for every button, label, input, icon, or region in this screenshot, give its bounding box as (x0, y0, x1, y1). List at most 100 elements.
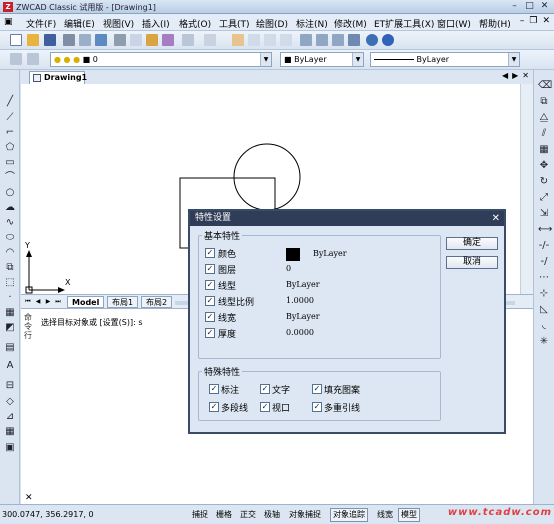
maximize-icon[interactable]: □ (524, 1, 535, 12)
color-checkbox[interactable]: ✓ (205, 248, 215, 258)
polyline-icon[interactable]: ⌐ (4, 127, 16, 139)
lineweight-checkbox[interactable]: ✓ (205, 312, 215, 322)
new-file-icon[interactable] (10, 34, 22, 46)
open-folder-icon[interactable] (27, 34, 39, 46)
menu-insert[interactable]: 插入(I) (142, 17, 170, 30)
dimension-checkbox[interactable]: ✓ (209, 384, 219, 394)
properties-icon[interactable] (300, 34, 312, 46)
linetype-combo[interactable]: ByLayer ▼ (370, 52, 520, 67)
publish-icon[interactable] (95, 34, 107, 46)
spline-icon[interactable]: ∿ (4, 217, 16, 229)
copy-object-icon[interactable]: ⧉ (538, 96, 550, 108)
tab-drawing1[interactable]: Drawing1 (29, 71, 87, 84)
zoom-previous-icon[interactable] (280, 34, 292, 46)
match-properties-icon[interactable] (162, 34, 174, 46)
close-icon[interactable]: ✕ (539, 1, 550, 12)
menu-help[interactable]: 帮助(H) (479, 17, 511, 30)
region-icon[interactable]: ◩ (4, 322, 16, 334)
array-icon[interactable]: ▦ (538, 144, 550, 156)
search-icon[interactable] (366, 34, 378, 46)
model-toggle[interactable]: 模型 (398, 508, 420, 522)
point-icon[interactable]: · (4, 292, 16, 304)
copy-icon[interactable] (130, 34, 142, 46)
first-tab-icon[interactable]: ⏮ (24, 297, 32, 307)
layer-manager-icon[interactable] (10, 53, 22, 65)
stretch-icon[interactable]: ⇲ (538, 208, 550, 220)
undo-icon[interactable] (182, 34, 194, 46)
cancel-button[interactable]: 取消 (446, 256, 498, 269)
menu-et-tools[interactable]: ET扩展工具(X) (374, 17, 434, 30)
linetype-checkbox[interactable]: ✓ (205, 280, 215, 290)
vertical-scrollbar[interactable] (520, 84, 533, 294)
print-icon[interactable] (63, 34, 75, 46)
construction-line-icon[interactable]: ⟋ (4, 112, 16, 124)
chevron-down-icon[interactable]: ▼ (260, 53, 271, 66)
redo-icon[interactable] (204, 34, 216, 46)
menu-view[interactable]: 视图(V) (103, 17, 134, 30)
offset-icon[interactable]: ⫽ (538, 128, 550, 140)
arc-icon[interactable]: ⌒ (4, 172, 16, 184)
break-icon[interactable]: ⋯ (538, 272, 550, 284)
otrack-toggle[interactable]: 对象追踪 (330, 508, 368, 522)
boundary-icon[interactable]: ⊿ (4, 411, 16, 423)
design-center-icon[interactable] (316, 34, 328, 46)
polygon-icon[interactable]: ⬠ (4, 142, 16, 154)
layer-combo[interactable]: ● ● ● ■ 0 ▼ (50, 52, 272, 67)
menu-window[interactable]: 窗口(W) (437, 17, 471, 30)
join-icon[interactable]: ⊹ (538, 288, 550, 300)
tool-palette-icon[interactable] (332, 34, 344, 46)
erase-icon[interactable]: ⌫ (538, 80, 552, 92)
move-icon[interactable]: ✥ (538, 160, 550, 172)
ellipse-arc-icon[interactable]: ◠ (4, 247, 16, 259)
tab-close-icon[interactable]: ✕ (522, 71, 529, 80)
menu-draw[interactable]: 绘图(D) (256, 17, 288, 30)
attribute-icon[interactable]: ▣ (4, 442, 16, 454)
ortho-toggle[interactable]: 正交 (237, 508, 259, 522)
scale-icon[interactable]: ⤢ (538, 192, 550, 204)
chevron-down-icon[interactable]: ▼ (352, 53, 363, 66)
viewport-checkbox[interactable]: ✓ (260, 402, 270, 412)
explode-icon[interactable]: ✳ (538, 336, 550, 348)
text-checkbox[interactable]: ✓ (260, 384, 270, 394)
menu-edit[interactable]: 编辑(E) (64, 17, 95, 30)
menu-format[interactable]: 格式(O) (179, 17, 211, 30)
polyline-checkbox[interactable]: ✓ (209, 402, 219, 412)
tab-next-icon[interactable]: ▶ (512, 71, 518, 80)
menu-file[interactable]: 文件(F) (26, 17, 56, 30)
tab-layout1[interactable]: 布局1 (107, 296, 139, 308)
thickness-checkbox[interactable]: ✓ (205, 328, 215, 338)
chevron-down-icon[interactable]: ▼ (508, 53, 519, 66)
zoom-realtime-icon[interactable] (248, 34, 260, 46)
make-block-icon[interactable]: ⬚ (4, 277, 16, 289)
fillet-icon[interactable]: ◟ (538, 320, 550, 332)
mdi-restore-icon[interactable]: ❐ (529, 16, 537, 26)
insert-block-icon[interactable]: ⧉ (4, 262, 16, 274)
mirror-icon[interactable]: ⧋ (538, 112, 550, 124)
next-tab-icon[interactable]: ▶ (44, 297, 52, 307)
menu-modify[interactable]: 修改(M) (334, 17, 367, 30)
last-tab-icon[interactable]: ⏭ (54, 297, 62, 307)
ok-button[interactable]: 确定 (446, 237, 498, 250)
hatch-checkbox[interactable]: ✓ (312, 384, 322, 394)
hatch-icon[interactable]: ▦ (4, 307, 16, 319)
save-icon[interactable] (44, 34, 56, 46)
rotate-icon[interactable]: ↻ (538, 176, 550, 188)
polar-toggle[interactable]: 极轴 (261, 508, 283, 522)
menu-tools[interactable]: 工具(T) (219, 17, 250, 30)
wipeout-icon[interactable]: ◇ (4, 396, 16, 408)
linetype-scale-checkbox[interactable]: ✓ (205, 296, 215, 306)
minimize-icon[interactable]: – (509, 1, 520, 12)
grid-toggle[interactable]: 栅格 (213, 508, 235, 522)
menu-dimension[interactable]: 标注(N) (296, 17, 328, 30)
ellipse-icon[interactable]: ⬭ (4, 232, 16, 244)
tab-model[interactable]: Model (67, 296, 105, 308)
lineweight-toggle[interactable]: 线宽 (374, 508, 396, 522)
grid-table-icon[interactable]: ▦ (4, 426, 16, 438)
paste-icon[interactable] (146, 34, 158, 46)
zoom-window-icon[interactable] (264, 34, 276, 46)
color-combo[interactable]: ■ ByLayer ▼ (280, 52, 364, 67)
multileader-checkbox[interactable]: ✓ (312, 402, 322, 412)
table-icon[interactable]: ▤ (4, 342, 16, 354)
menu-doc-icon[interactable]: ▣ (4, 17, 13, 27)
osnap-toggle[interactable]: 对象捕捉 (286, 508, 324, 522)
